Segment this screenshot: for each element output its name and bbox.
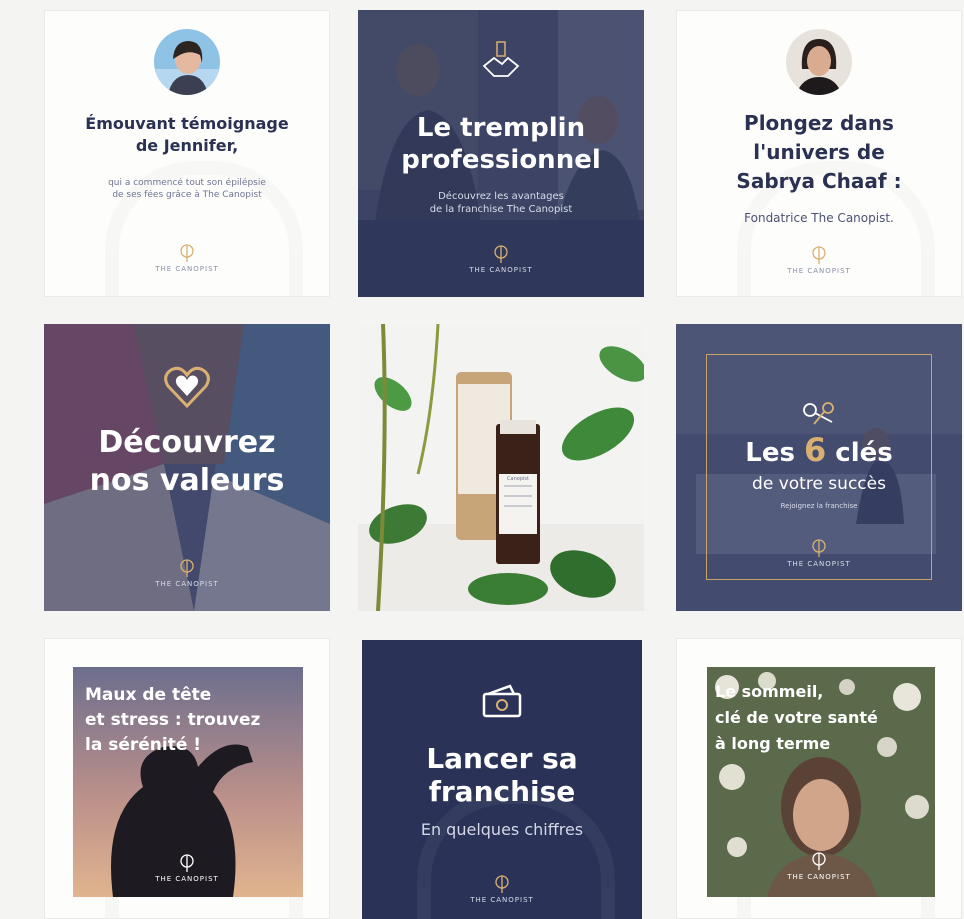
- tile-subtitle-line: qui a commencé tout son épilépsie: [108, 178, 266, 188]
- canopist-logo-icon: [180, 854, 194, 872]
- handshake-icon: [482, 41, 520, 77]
- post-tile-6-cles-succes[interactable]: Les 6 clés de votre succès Rejoignez la …: [676, 324, 962, 611]
- brand-logo-text: THE CANOPIST: [787, 873, 851, 881]
- brand-logo-text: THE CANOPIST: [470, 896, 534, 904]
- canopist-logo-icon: [812, 539, 826, 557]
- tile-title-line: Le sommeil,: [715, 682, 824, 701]
- tile-title-line: à long terme: [715, 734, 831, 753]
- canopist-logo-icon: [812, 852, 826, 870]
- brand-logo-text: THE CANOPIST: [155, 265, 219, 273]
- brand-logo: THE CANOPIST: [677, 245, 961, 275]
- brand-logo: THE CANOPIST: [358, 244, 644, 274]
- brand-logo-text: THE CANOPIST: [469, 266, 533, 274]
- tile-title-line: franchise: [428, 775, 576, 808]
- money-icon: [482, 684, 522, 718]
- canopist-logo-icon: [812, 246, 826, 264]
- brand-logo: THE CANOPIST: [677, 851, 961, 881]
- tile-title-line: de votre succès: [752, 474, 886, 494]
- tile-title-line: Le tremplin: [416, 113, 586, 143]
- brand-logo-text: THE CANOPIST: [155, 580, 219, 588]
- brand-logo-text: THE CANOPIST: [787, 267, 851, 275]
- tile-title-line: Maux de tête: [85, 685, 212, 705]
- post-tile-le-sommeil[interactable]: Le sommeil, clé de votre santé à long te…: [676, 638, 962, 919]
- tile-title-line: Sabrya Chaaf :: [736, 169, 902, 193]
- avatar-jennifer: [154, 29, 220, 95]
- tile-title-line: l'univers de: [753, 140, 885, 164]
- tile-title-line: Découvrez: [98, 425, 276, 460]
- heart-icon: [164, 366, 210, 409]
- tile-title-line: et stress : trouvez: [85, 710, 261, 730]
- tile-title-line: clé de votre santé: [715, 708, 878, 727]
- tile-title-suffix: clés: [826, 438, 893, 468]
- post-tile-tremplin-professionnel[interactable]: Le tremplin professionnel Découvrez les …: [358, 10, 644, 297]
- avatar-sabrya-chaaf: [786, 29, 852, 95]
- tile-title-line: la sérénité !: [85, 735, 202, 755]
- tile-title-line: Émouvant témoignage: [85, 114, 289, 133]
- tile-subtitle-line: Rejoignez la franchise: [780, 502, 858, 510]
- tile-title-line: nos valeurs: [89, 463, 285, 498]
- tile-title-line: professionnel: [401, 145, 601, 175]
- post-tile-testimonial-jennifer[interactable]: Émouvant témoignage de Jennifer, qui a c…: [44, 10, 330, 297]
- canopist-logo-icon: [180, 244, 194, 262]
- brand-logo: THE CANOPIST: [45, 243, 329, 273]
- keys-icon: [803, 402, 834, 425]
- tile-subtitle-line: de ses fées grâce à The Canopist: [112, 190, 262, 200]
- brand-logo: THE CANOPIST: [676, 538, 962, 568]
- tile-subtitle-line: Fondatrice The Canopist.: [744, 211, 894, 225]
- canopist-logo-icon: [180, 559, 194, 577]
- post-tile-nos-valeurs[interactable]: Découvrez nos valeurs THE CANOPIST: [44, 324, 330, 611]
- brand-logo: THE CANOPIST: [44, 558, 330, 588]
- brand-logo: THE CANOPIST: [362, 874, 642, 904]
- post-tile-product-photo[interactable]: Canopist: [358, 324, 644, 611]
- brand-logo-text: THE CANOPIST: [155, 875, 219, 883]
- tile-title-prefix: Les: [745, 438, 804, 468]
- brand-logo: THE CANOPIST: [45, 853, 329, 883]
- canopist-logo-icon: [494, 245, 508, 263]
- brand-logo-text: THE CANOPIST: [787, 560, 851, 568]
- tile-title-line: Lancer sa: [426, 742, 578, 775]
- product-label: Canopist: [507, 476, 529, 482]
- tile-title-line: Plongez dans: [744, 111, 894, 135]
- cbd-oil-bottle-photo: [358, 324, 644, 611]
- tile-subtitle-line: de la franchise The Canopist: [429, 204, 573, 215]
- post-tile-maux-de-tete[interactable]: Maux de tête et stress : trouvez la séré…: [44, 638, 330, 919]
- tile-title-number: 6: [803, 431, 827, 469]
- post-tile-lancer-franchise[interactable]: Lancer sa franchise En quelques chiffres…: [362, 640, 642, 919]
- tile-subtitle-line: En quelques chiffres: [420, 820, 584, 839]
- post-tile-sabrya-chaaf[interactable]: Plongez dans l'univers de Sabrya Chaaf :…: [676, 10, 962, 297]
- tile-title-line: de Jennifer,: [135, 136, 239, 155]
- tile-subtitle-line: Découvrez les avantages: [438, 191, 564, 202]
- canopist-logo-icon: [495, 875, 509, 893]
